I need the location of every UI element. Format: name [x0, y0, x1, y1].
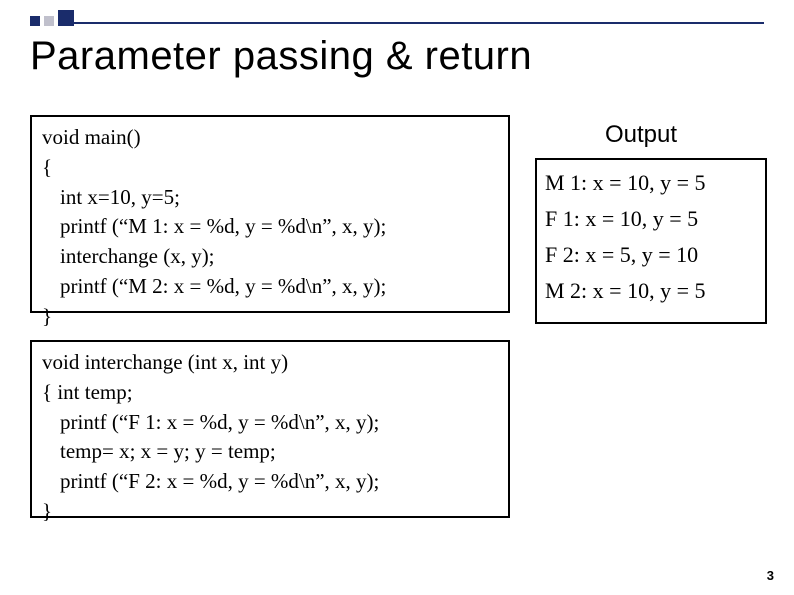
code-box-interchange: void interchange (int x, int y) { int te…	[30, 340, 510, 518]
output-line: F 1: x = 10, y = 5	[545, 206, 757, 232]
code-line: {	[42, 153, 498, 183]
deco-square	[30, 16, 40, 26]
code-line: void interchange (int x, int y)	[42, 348, 498, 378]
code-line: printf (“F 1: x = %d, y = %d\n”, x, y);	[42, 408, 498, 438]
output-label: Output	[605, 121, 677, 149]
slide-title: Parameter passing & return	[30, 34, 532, 79]
code-line: { int temp;	[42, 378, 498, 408]
code-line: printf (“F 2: x = %d, y = %d\n”, x, y);	[42, 467, 498, 497]
output-line: M 1: x = 10, y = 5	[545, 170, 757, 196]
deco-square	[44, 16, 54, 26]
output-line: M 2: x = 10, y = 5	[545, 278, 757, 304]
deco-line	[64, 22, 764, 24]
code-line: void main()	[42, 123, 498, 153]
code-box-main: void main() { int x=10, y=5; printf (“M …	[30, 115, 510, 313]
code-line: temp= x; x = y; y = temp;	[42, 437, 498, 467]
output-box: M 1: x = 10, y = 5 F 1: x = 10, y = 5 F …	[535, 158, 767, 324]
code-line: interchange (x, y);	[42, 242, 498, 272]
page-number: 3	[767, 568, 774, 583]
code-line: printf (“M 2: x = %d, y = %d\n”, x, y);	[42, 272, 498, 302]
code-line: }	[42, 302, 498, 332]
output-line: F 2: x = 5, y = 10	[545, 242, 757, 268]
code-line: printf (“M 1: x = %d, y = %d\n”, x, y);	[42, 212, 498, 242]
code-line: int x=10, y=5;	[42, 183, 498, 213]
code-line: }	[42, 497, 498, 527]
